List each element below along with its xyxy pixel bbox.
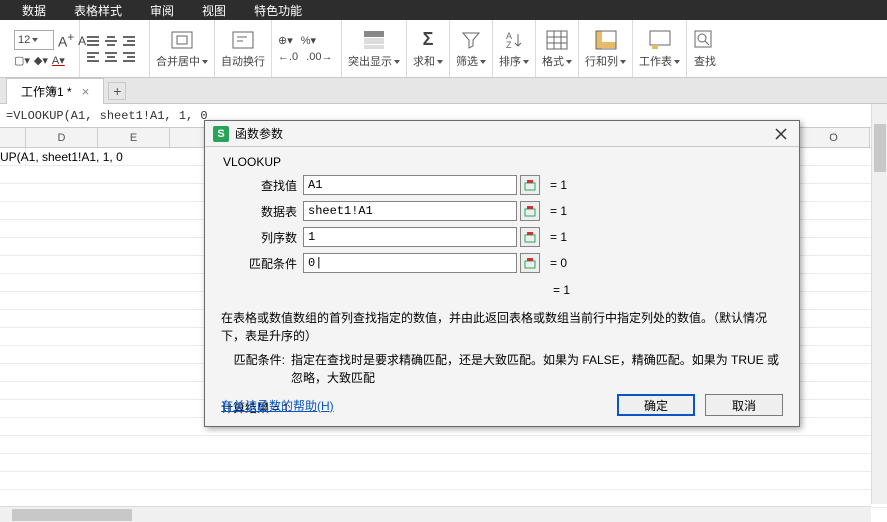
function-arguments-dialog: S 函数参数 VLOOKUP 查找值 = 1 数据表 = 1 列序数 = 1 匹… — [204, 120, 800, 427]
align-top-row[interactable] — [86, 35, 136, 47]
menu-features[interactable]: 特色功能 — [254, 2, 302, 19]
vertical-scrollbar[interactable] — [871, 104, 887, 504]
format-label: 格式 — [542, 53, 572, 69]
horizontal-scrollbar[interactable] — [0, 506, 871, 522]
font-size-input[interactable]: 12 — [14, 30, 54, 50]
param-result-col: = 1 — [550, 230, 567, 244]
wrap-text-icon[interactable] — [231, 29, 255, 51]
find-label: 查找 — [694, 53, 716, 69]
sum-label: 求和 — [413, 53, 443, 69]
font-color-icon[interactable]: A▾ — [52, 54, 65, 67]
param-description: 匹配条件: 指定在查找时是要求精确匹配，还是大致匹配。如果为 FALSE，精确匹… — [221, 351, 783, 387]
merge-label: 合并居中 — [156, 53, 208, 69]
sheet-tab-bar: 工作簿1 * × + — [0, 78, 887, 104]
menu-bar: 数据 表格样式 审阅 视图 特色功能 — [0, 0, 887, 20]
col-hdr-d[interactable]: D — [26, 128, 98, 147]
add-sheet-tab[interactable]: + — [108, 82, 126, 100]
col-hdr-o[interactable]: O — [798, 128, 870, 147]
menu-data[interactable]: 数据 — [22, 2, 46, 19]
worksheet-icon[interactable] — [648, 29, 672, 51]
menu-table-style[interactable]: 表格样式 — [74, 2, 122, 19]
wrap-label: 自动换行 — [221, 53, 265, 69]
ref-button-col[interactable] — [520, 227, 540, 247]
ref-button-table[interactable] — [520, 201, 540, 221]
format-icon[interactable] — [545, 29, 569, 51]
number-format-icon[interactable]: ⊕▾%▾ — [278, 34, 316, 47]
sort-label: 排序 — [499, 53, 529, 69]
sum-icon[interactable]: Σ — [416, 29, 440, 51]
param-label-col: 列序数 — [221, 229, 303, 246]
param-result-match: = 0 — [550, 256, 567, 270]
function-description: 在表格或数值数组的首列查找指定的数值，并由此返回表格或数组当前行中指定列处的数值… — [221, 309, 783, 345]
param-input-match[interactable] — [303, 253, 517, 273]
param-input-col[interactable] — [303, 227, 517, 247]
dialog-title: 函数参数 — [235, 125, 283, 142]
param-result-lookup: = 1 — [550, 178, 567, 192]
param-input-table[interactable] — [303, 201, 517, 221]
sort-icon[interactable]: AZ — [502, 29, 526, 51]
highlight-label: 突出显示 — [348, 53, 400, 69]
cancel-button[interactable]: 取消 — [705, 394, 783, 416]
increase-font-icon[interactable]: A+ — [58, 31, 74, 50]
highlight-icon[interactable] — [362, 29, 386, 51]
ribbon: 12 A+ A- ▢▾ ◆▾ A▾ 合并居中 自动换行 ⊕▾%▾ — [0, 20, 887, 78]
app-icon: S — [213, 126, 229, 142]
merge-cells-icon[interactable] — [170, 29, 194, 51]
fill-color-icon[interactable]: ◆▾ — [34, 54, 48, 67]
param-input-lookup[interactable] — [303, 175, 517, 195]
sheet-tab-label: 工作簿1 * — [21, 83, 72, 100]
filter-label: 筛选 — [456, 53, 486, 69]
close-tab-icon[interactable]: × — [82, 84, 90, 99]
param-label-match: 匹配条件 — [221, 255, 303, 272]
param-label-table: 数据表 — [221, 203, 303, 220]
menu-view[interactable]: 视图 — [202, 2, 226, 19]
dialog-titlebar[interactable]: S 函数参数 — [205, 121, 799, 147]
help-link[interactable]: 有关该函数的帮助(H) — [221, 397, 334, 414]
dialog-close-button[interactable] — [771, 125, 791, 143]
ref-button-lookup[interactable] — [520, 175, 540, 195]
function-name: VLOOKUP — [221, 155, 783, 169]
align-bottom-row[interactable] — [86, 51, 136, 63]
rowcol-label: 行和列 — [585, 53, 626, 69]
decimal-icons[interactable]: ←.0.00→ — [278, 51, 332, 63]
menu-review[interactable]: 审阅 — [150, 2, 174, 19]
worksheet-label: 工作表 — [639, 53, 680, 69]
param-label-lookup: 查找值 — [221, 177, 303, 194]
mid-result: = 1 — [221, 283, 783, 297]
cell-a1[interactable]: UP(A1, sheet1!A1, 1, 0 — [0, 148, 26, 165]
svg-text:Z: Z — [506, 40, 512, 50]
sheet-tab-1[interactable]: 工作簿1 * × — [6, 78, 104, 104]
param-result-table: = 1 — [550, 204, 567, 218]
col-hdr-e[interactable]: E — [98, 128, 170, 147]
borders-icon[interactable]: ▢▾ — [14, 54, 30, 67]
rowcol-icon[interactable] — [594, 29, 618, 51]
col-hdr-corner[interactable] — [0, 128, 26, 147]
ok-button[interactable]: 确定 — [617, 394, 695, 416]
ref-button-match[interactable] — [520, 253, 540, 273]
filter-icon[interactable] — [459, 29, 483, 51]
find-icon[interactable] — [693, 29, 717, 51]
